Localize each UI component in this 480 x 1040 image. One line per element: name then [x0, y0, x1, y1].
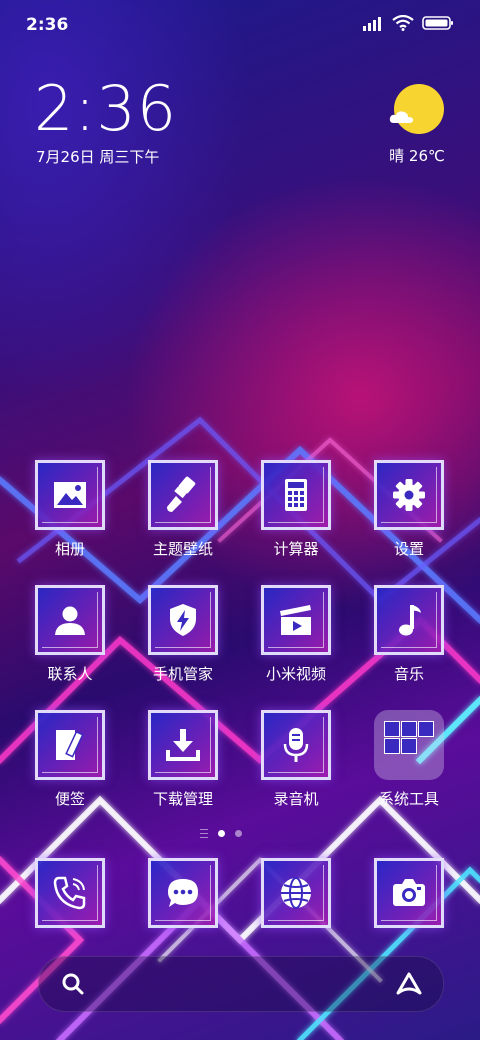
dock-camera[interactable]	[359, 858, 459, 970]
sun-icon	[394, 84, 444, 134]
phone-tile	[35, 858, 105, 928]
music-tile	[374, 585, 444, 655]
note-pen-icon	[56, 730, 84, 760]
camera-icon	[393, 879, 425, 906]
battery-icon	[422, 16, 453, 30]
globe-icon	[281, 877, 311, 909]
app-music[interactable]: 音乐	[359, 585, 459, 697]
music-note-icon	[399, 605, 421, 636]
app-label: 录音机	[273, 790, 319, 808]
app-downloads[interactable]: 下载管理	[133, 710, 233, 822]
dock-messages[interactable]	[133, 858, 233, 970]
app-security[interactable]: 手机管家	[133, 585, 233, 697]
folder-mini-app	[384, 738, 400, 754]
dock-browser[interactable]	[246, 858, 346, 970]
downloads-tile	[148, 710, 218, 780]
page-dot-current	[218, 830, 225, 837]
app-label: 手机管家	[152, 665, 213, 683]
cloud-icon	[389, 111, 414, 123]
app-label: 联系人	[47, 665, 93, 683]
app-label: 便签	[54, 790, 85, 808]
settings-tile	[374, 460, 444, 530]
app-label: 计算器	[273, 540, 319, 558]
clock-widget-time[interactable]: 2:36	[34, 78, 177, 140]
dock-phone[interactable]	[20, 858, 120, 970]
video-tile	[261, 585, 331, 655]
assistant-icon[interactable]	[395, 971, 423, 997]
folder-system-tools[interactable]: 系统工具	[359, 710, 459, 822]
folder-icon	[374, 710, 444, 780]
app-label: 下载管理	[152, 790, 213, 808]
signal-icon	[363, 17, 381, 31]
app-gallery[interactable]: 相册	[20, 460, 120, 572]
clock-widget-date[interactable]: 7月26日 周三下午	[36, 146, 159, 167]
phone-icon	[53, 876, 86, 910]
app-label: 相册	[54, 540, 85, 558]
weather-text: 晴 26℃	[389, 147, 445, 165]
notes-tile	[35, 710, 105, 780]
status-icons	[362, 15, 454, 31]
folder-mini-app	[401, 721, 417, 737]
security-tile	[148, 585, 218, 655]
page-list-indicator	[200, 829, 208, 838]
status-time: 2:36	[26, 15, 69, 35]
wifi-icon	[392, 15, 414, 31]
microphone-icon	[283, 728, 309, 762]
folder-mini-app	[384, 721, 400, 737]
folder-mini-app	[401, 738, 417, 754]
camera-tile	[374, 858, 444, 928]
app-label: 音乐	[393, 665, 424, 683]
calculator-tile	[261, 460, 331, 530]
contacts-tile	[35, 585, 105, 655]
gear-icon	[393, 479, 425, 511]
page-dot	[235, 830, 242, 837]
app-video[interactable]: 小米视频	[246, 585, 346, 697]
calculator-icon	[285, 479, 307, 511]
app-contacts[interactable]: 联系人	[20, 585, 120, 697]
search-icon[interactable]	[61, 972, 85, 996]
contact-icon	[55, 606, 85, 635]
recorder-tile	[261, 710, 331, 780]
themes-tile	[148, 460, 218, 530]
app-label: 主题壁纸	[152, 540, 213, 558]
paintbrush-icon	[167, 476, 196, 512]
gallery-icon	[54, 482, 86, 508]
clapperboard-icon	[280, 605, 311, 635]
global-search-bar[interactable]	[38, 956, 444, 1012]
download-icon	[166, 729, 200, 761]
folder-mini-app	[418, 721, 434, 737]
app-settings[interactable]: 设置	[359, 460, 459, 572]
app-notes[interactable]: 便签	[20, 710, 120, 822]
app-label: 小米视频	[265, 665, 326, 683]
shield-bolt-icon	[170, 604, 196, 636]
messages-tile	[148, 858, 218, 928]
app-calculator[interactable]: 计算器	[246, 460, 346, 572]
app-recorder[interactable]: 录音机	[246, 710, 346, 822]
app-themes[interactable]: 主题壁纸	[133, 460, 233, 572]
status-bar: 2:36	[0, 0, 480, 50]
app-label: 设置	[393, 540, 424, 558]
browser-tile	[261, 858, 331, 928]
app-label: 系统工具	[378, 790, 439, 808]
page-indicator[interactable]	[200, 829, 242, 838]
gallery-tile	[35, 460, 105, 530]
message-icon	[168, 879, 198, 907]
